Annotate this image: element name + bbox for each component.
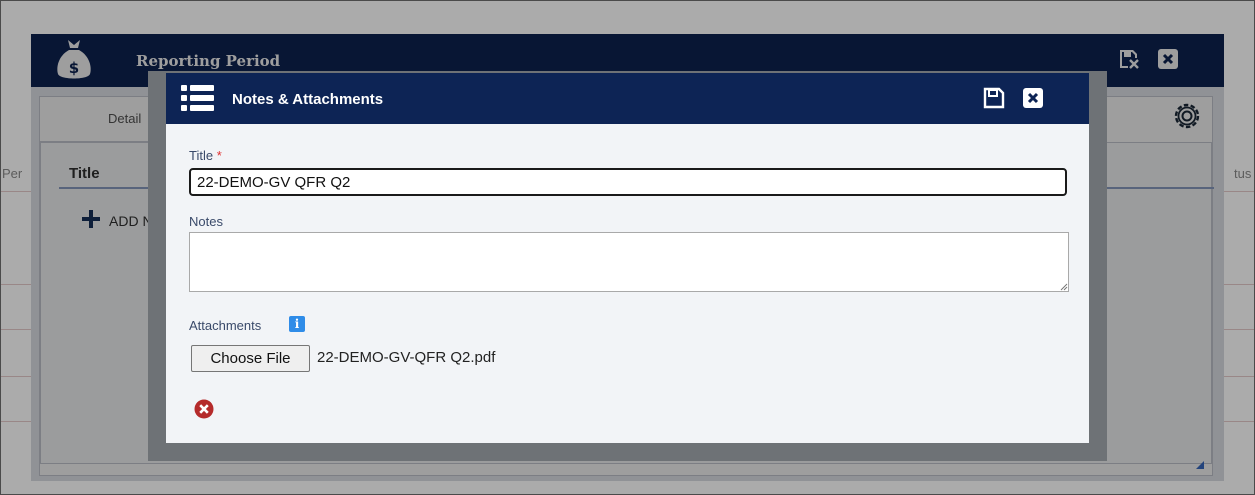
list-icon: [181, 85, 214, 111]
dialog-title: Notes & Attachments: [232, 91, 384, 108]
attachments-label: Attachments: [189, 318, 262, 333]
notes-attachments-dialog: Notes & Attachments Title * Notes Attach…: [166, 73, 1089, 443]
remove-icon[interactable]: [194, 399, 214, 419]
dialog-header: Notes & Attachments: [166, 73, 1089, 124]
notes-textarea[interactable]: [189, 232, 1069, 292]
title-field-label: Title *: [189, 148, 222, 163]
choose-file-button[interactable]: Choose File: [191, 345, 310, 372]
required-marker: *: [216, 148, 222, 163]
title-label-text: Title: [189, 148, 214, 163]
notes-field-label: Notes: [189, 214, 223, 229]
app-frame: Per tus $ Reporting Period Detail Title …: [0, 0, 1255, 495]
title-input[interactable]: [189, 168, 1067, 196]
info-icon[interactable]: i: [289, 316, 305, 332]
attached-file-name: 22-DEMO-GV-QFR Q2.pdf: [317, 349, 496, 366]
save-icon[interactable]: [983, 87, 1005, 109]
close-icon[interactable]: [1023, 88, 1043, 108]
resize-grip-icon[interactable]: [1059, 282, 1068, 291]
